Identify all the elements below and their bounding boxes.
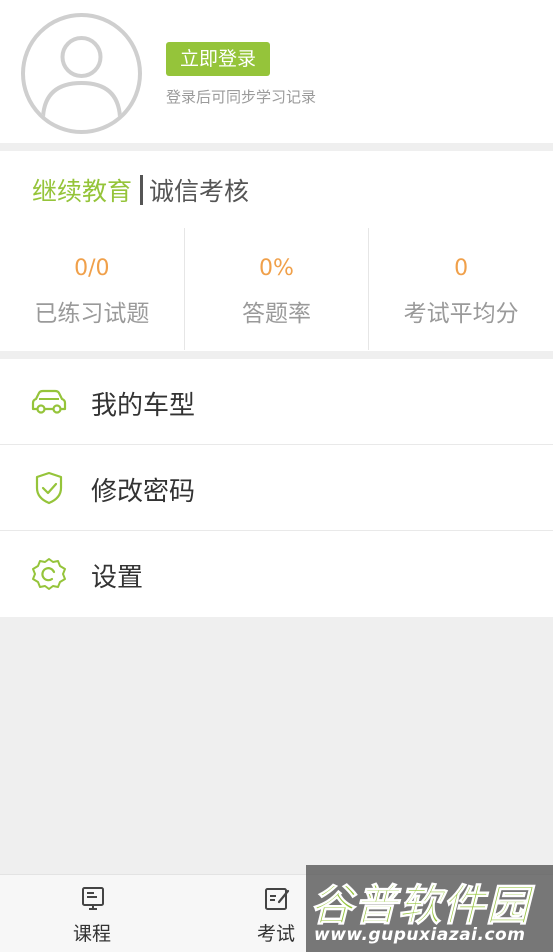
watermark: 谷普软件园 www.gupuxiazai.com xyxy=(306,865,553,952)
login-hint: 登录后可同步学习记录 xyxy=(166,88,317,106)
menu-item-label: 我的车型 xyxy=(91,391,196,421)
settings-menu: 我的车型 修改密码 设置 xyxy=(0,359,553,617)
stat-practiced: 0/0 已练习试题 xyxy=(0,228,184,350)
gear-icon xyxy=(32,558,66,590)
stat-label: 已练习试题 xyxy=(34,301,150,327)
menu-item-my-car-type[interactable]: 我的车型 xyxy=(0,359,553,445)
profile-header: 立即登录 登录后可同步学习记录 xyxy=(0,0,553,143)
course-icon xyxy=(82,887,104,910)
stat-average-score: 0 考试平均分 xyxy=(368,228,553,350)
avatar[interactable] xyxy=(21,13,142,134)
stat-value: 0/0 xyxy=(74,256,110,281)
menu-item-settings[interactable]: 设置 xyxy=(0,531,553,617)
tab-integrity-assessment[interactable]: 诚信考核 xyxy=(149,172,249,208)
stat-value: 0% xyxy=(259,256,294,281)
stat-label: 考试平均分 xyxy=(403,301,519,327)
stat-label: 答题率 xyxy=(242,301,311,327)
login-button[interactable]: 立即登录 xyxy=(166,42,270,76)
menu-item-label: 设置 xyxy=(91,563,144,593)
watermark-logo: 谷普软件园 xyxy=(310,881,530,932)
watermark-url: www.gupuxiazai.com xyxy=(314,925,526,945)
tab-divider xyxy=(140,175,144,205)
nav-item-label: 课程 xyxy=(72,923,111,945)
category-tabs: 继续教育 诚信考核 xyxy=(32,170,249,210)
stats-row: 0/0 已练习试题 0% 答题率 0 考试平均分 xyxy=(0,228,553,350)
car-icon xyxy=(31,389,67,414)
tab-continuing-education[interactable]: 继续教育 xyxy=(32,172,132,208)
shield-check-icon xyxy=(35,471,63,505)
user-avatar-icon xyxy=(41,36,122,118)
nav-item-course[interactable]: 课程 xyxy=(37,875,147,952)
stat-value: 0 xyxy=(454,256,469,281)
exam-icon xyxy=(265,888,290,910)
menu-item-label: 修改密码 xyxy=(91,477,196,507)
stat-answer-rate: 0% 答题率 xyxy=(183,228,369,350)
menu-item-change-password[interactable]: 修改密码 xyxy=(0,445,553,531)
